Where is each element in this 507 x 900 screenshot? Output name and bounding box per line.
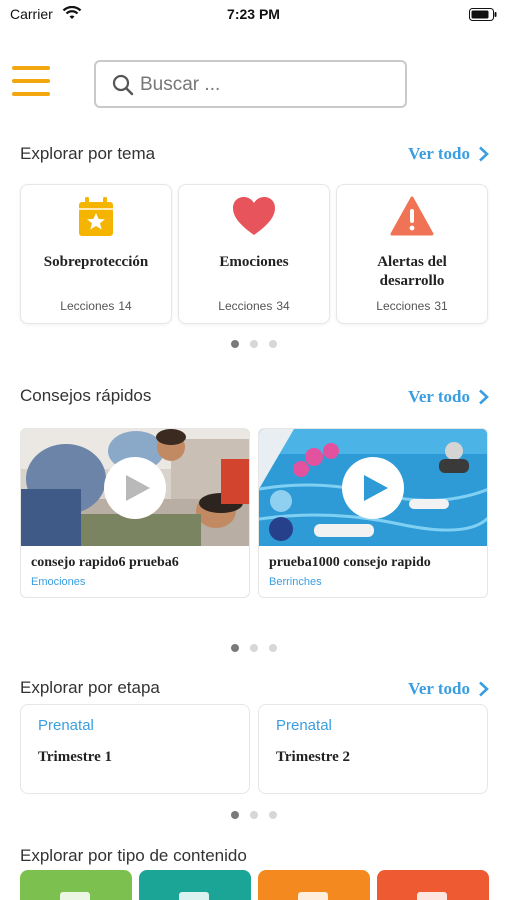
- see-all-label: Ver todo: [408, 144, 470, 163]
- section-title-topics: Explorar por tema: [20, 144, 156, 163]
- play-icon: [364, 475, 388, 501]
- content-type-tile[interactable]: [258, 870, 370, 900]
- see-all-tips-link[interactable]: Ver todo: [408, 387, 489, 407]
- see-all-topics-link[interactable]: Ver todo: [408, 144, 489, 164]
- chevron-right-icon: [479, 681, 489, 697]
- topics-pager[interactable]: [0, 340, 507, 348]
- audio-icon: [298, 892, 328, 900]
- tip-tag: Emociones: [31, 576, 86, 588]
- topic-name: Emociones: [219, 254, 289, 270]
- tip-tag: Berrinches: [269, 576, 322, 588]
- search-box[interactable]: [94, 60, 407, 108]
- tips-pager[interactable]: [0, 644, 507, 652]
- book-icon: [60, 892, 90, 900]
- topic-lessons: Lecciones 31: [376, 299, 448, 313]
- pager-dot[interactable]: [249, 644, 258, 652]
- topic-card[interactable]: Emociones Lecciones 34: [178, 184, 330, 324]
- tip-card[interactable]: consejo rapido6 prueba6 Emociones: [20, 428, 250, 598]
- stage-label: Prenatal: [276, 717, 332, 734]
- section-title-stages: Explorar por etapa: [20, 678, 160, 697]
- search-input[interactable]: [140, 71, 390, 99]
- battery-icon: [469, 8, 497, 21]
- calendar-star-icon: [79, 197, 113, 236]
- content-type-tile[interactable]: [139, 870, 251, 900]
- video-thumbnail: [21, 429, 249, 546]
- stages-pager[interactable]: [0, 811, 507, 819]
- clock: 7:23 PM: [227, 6, 280, 22]
- topic-name: Sobreprotección: [43, 254, 149, 270]
- pager-dot[interactable]: [249, 340, 258, 348]
- stage-name: Trimestre 2: [276, 749, 350, 765]
- menu-icon[interactable]: [12, 66, 50, 100]
- topic-lessons: Lecciones 14: [60, 299, 132, 313]
- tip-title: consejo rapido6 prueba6: [31, 555, 179, 570]
- warning-icon: [390, 196, 434, 236]
- pager-dot[interactable]: [230, 340, 239, 348]
- heart-icon: [233, 197, 275, 235]
- stage-card[interactable]: Prenatal Trimestre 1: [20, 704, 250, 794]
- play-icon: [126, 475, 150, 501]
- play-button[interactable]: [104, 457, 166, 519]
- pager-dot[interactable]: [230, 811, 239, 819]
- pager-dot[interactable]: [230, 644, 239, 652]
- chevron-right-icon: [479, 389, 489, 405]
- section-title-content-types: Explorar por tipo de contenido: [20, 846, 247, 865]
- topic-card[interactable]: Alertas del desarrollo Lecciones 31: [336, 184, 488, 324]
- pager-dot[interactable]: [268, 644, 277, 652]
- stage-label: Prenatal: [38, 717, 94, 734]
- document-icon: [179, 892, 209, 900]
- tip-title: prueba1000 consejo rapido: [269, 555, 431, 570]
- stage-card[interactable]: Prenatal Trimestre 2: [258, 704, 488, 794]
- search-icon: [112, 74, 134, 96]
- content-type-tile[interactable]: [377, 870, 489, 900]
- section-title-tips: Consejos rápidos: [20, 386, 152, 405]
- stage-name: Trimestre 1: [38, 749, 112, 765]
- topic-name: Alertas del desarrollo: [377, 254, 447, 289]
- pager-dot[interactable]: [268, 811, 277, 819]
- topic-lessons: Lecciones 34: [218, 299, 290, 313]
- pager-dot[interactable]: [268, 340, 277, 348]
- see-all-stages-link[interactable]: Ver todo: [408, 679, 489, 699]
- pager-dot[interactable]: [249, 811, 258, 819]
- play-button[interactable]: [342, 457, 404, 519]
- see-all-label: Ver todo: [408, 387, 470, 406]
- chevron-right-icon: [479, 146, 489, 162]
- content-type-tile[interactable]: [20, 870, 132, 900]
- topic-card[interactable]: Sobreprotección Lecciones 14: [20, 184, 172, 324]
- status-bar: Carrier 7:23 PM: [0, 0, 507, 30]
- tip-card[interactable]: prueba1000 consejo rapido Berrinches: [258, 428, 488, 598]
- see-all-label: Ver todo: [408, 679, 470, 698]
- video-thumbnail: [259, 429, 487, 546]
- video-icon: [417, 892, 447, 900]
